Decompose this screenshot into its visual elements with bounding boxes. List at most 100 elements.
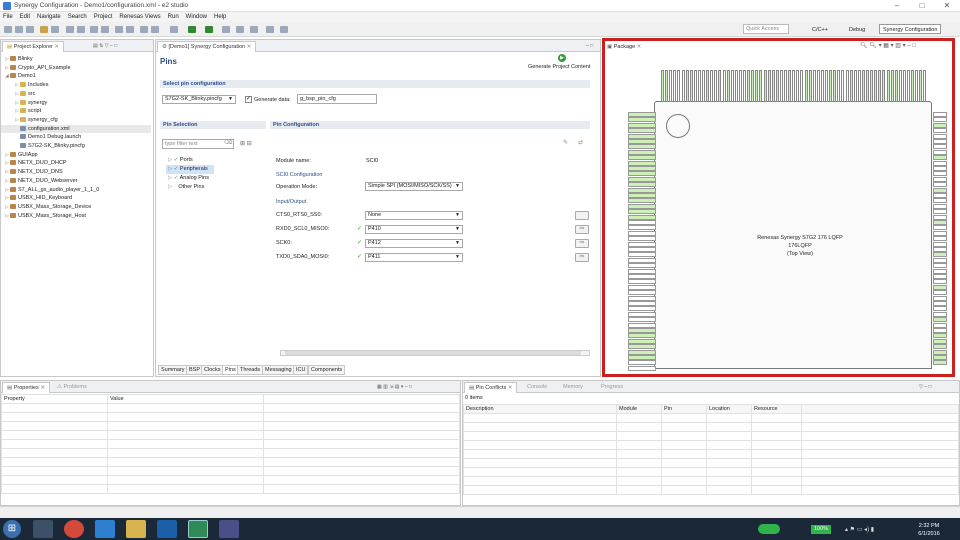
- close-tab-icon[interactable]: ✕: [247, 44, 252, 50]
- package-pin[interactable]: [628, 171, 656, 177]
- package-pin[interactable]: [849, 70, 853, 102]
- col-module[interactable]: Module: [616, 404, 662, 414]
- package-pin[interactable]: [763, 70, 767, 102]
- package-pin[interactable]: [933, 360, 947, 366]
- package-pin[interactable]: [933, 338, 947, 344]
- tree-item[interactable]: ▷ S7_ALL_gx_audio_player_1_1_0: [1, 186, 99, 195]
- package-pin[interactable]: [933, 311, 947, 317]
- tab-problems[interactable]: ⚠ Problems: [53, 382, 91, 393]
- package-pin[interactable]: [933, 160, 947, 166]
- folder-icon[interactable]: [90, 26, 98, 33]
- view-menu-icons[interactable]: ▤ ⇅ ▽ ‒ □: [93, 43, 117, 49]
- goto-pin-button[interactable]: ⇨: [575, 225, 589, 234]
- generate-icon[interactable]: ▶: [558, 54, 566, 62]
- package-pin[interactable]: [628, 257, 656, 263]
- goto-pin-button[interactable]: [575, 211, 589, 220]
- tree-item[interactable]: ▷ USBX_Mass_Storage_Device: [1, 203, 91, 212]
- package-pin[interactable]: [628, 182, 656, 188]
- package-pin[interactable]: [933, 122, 947, 128]
- tree-item[interactable]: ▷ GUIApp: [1, 151, 37, 160]
- package-pin[interactable]: [933, 257, 947, 263]
- package-pin[interactable]: [628, 349, 656, 355]
- chip-icon[interactable]: [151, 26, 159, 33]
- package-pin[interactable]: [933, 144, 947, 150]
- tray-icons[interactable]: ▴ ⚑ ▭ ◂) ▮: [845, 526, 874, 533]
- package-pin[interactable]: [747, 70, 751, 102]
- debug-bug-icon[interactable]: [170, 26, 178, 33]
- package-pin[interactable]: [722, 70, 726, 102]
- package-pin[interactable]: [933, 149, 947, 155]
- package-pin[interactable]: [738, 70, 742, 102]
- e2studio-icon[interactable]: [219, 520, 239, 538]
- package-pin[interactable]: [933, 306, 947, 312]
- tree-item[interactable]: ▷ NETX_DUO_DNS: [1, 168, 62, 177]
- build-icon[interactable]: [40, 26, 48, 33]
- package-pin[interactable]: [933, 274, 947, 279]
- package-pin[interactable]: [726, 70, 730, 102]
- package-pin[interactable]: [628, 236, 656, 242]
- open-type-icon[interactable]: [222, 26, 230, 33]
- io-pin-select[interactable]: None ▼: [365, 211, 463, 220]
- package-pin[interactable]: [693, 70, 697, 102]
- tree-item[interactable]: ▷ script: [1, 107, 41, 116]
- package-pin[interactable]: [933, 322, 947, 328]
- col-pin[interactable]: Pin: [661, 404, 707, 414]
- pin-tree-other-pins[interactable]: ▷ Other Pins: [168, 183, 214, 192]
- package-pin[interactable]: [628, 306, 656, 312]
- package-pin[interactable]: [933, 268, 947, 274]
- package-pin[interactable]: [718, 70, 722, 102]
- run-icon[interactable]: [188, 26, 196, 33]
- package-pin[interactable]: [628, 220, 656, 225]
- tab-summary[interactable]: Summary: [158, 365, 188, 375]
- tree-item[interactable]: ▷ USBX_HID_Keyboard: [1, 194, 72, 203]
- package-pin[interactable]: [933, 328, 947, 333]
- tree-item[interactable]: ▷ NETX_DUO_Webserver: [1, 177, 77, 186]
- package-pin[interactable]: [685, 70, 689, 102]
- close-tab-icon[interactable]: ✕: [54, 44, 59, 50]
- package-pin[interactable]: [628, 160, 656, 166]
- package-pin[interactable]: [628, 355, 656, 360]
- menu-search[interactable]: Search: [68, 12, 87, 22]
- menu-navigate[interactable]: Navigate: [37, 12, 61, 22]
- quick-access-input[interactable]: Quick Access: [743, 24, 789, 34]
- package-pin[interactable]: [812, 70, 816, 102]
- package-pin[interactable]: [628, 176, 656, 182]
- perspective-debug[interactable]: Debug: [845, 24, 869, 34]
- new-icon[interactable]: [4, 26, 12, 33]
- package-pin[interactable]: [933, 252, 947, 258]
- save-icon[interactable]: [15, 26, 23, 33]
- package-pin[interactable]: [628, 122, 656, 128]
- package-pin[interactable]: [861, 70, 865, 102]
- package-pin[interactable]: [628, 112, 656, 117]
- package-pin[interactable]: [933, 220, 947, 225]
- package-pin[interactable]: [890, 70, 894, 102]
- perspective-synergy-configuration[interactable]: Synergy Configuration: [879, 24, 942, 34]
- package-pin[interactable]: [933, 209, 947, 215]
- window-icon[interactable]: [140, 26, 148, 33]
- save-all-icon[interactable]: [26, 26, 34, 33]
- package-pin[interactable]: [628, 311, 656, 317]
- package-pin[interactable]: [788, 70, 792, 102]
- battery-meter-icon[interactable]: [758, 524, 780, 534]
- tab-pin-conflicts[interactable]: ▤ Pin Conflicts ✕: [464, 382, 518, 393]
- package-pin[interactable]: [933, 284, 947, 290]
- package-pin[interactable]: [933, 198, 947, 204]
- tab-properties[interactable]: ▤ Properties ✕: [2, 382, 50, 393]
- io-pin-select[interactable]: P411 ▼: [365, 253, 463, 262]
- package-pin[interactable]: [628, 333, 656, 339]
- package-pin[interactable]: [628, 338, 656, 344]
- package-pin[interactable]: [933, 355, 947, 360]
- col-location[interactable]: Location: [706, 404, 752, 414]
- package-pin[interactable]: [933, 333, 947, 339]
- search-icon[interactable]: [115, 26, 123, 33]
- pin-tree-analog-pins[interactable]: ▷ ✓ Analog Pins: [168, 174, 214, 183]
- clear-filter-icon[interactable]: ⌫: [224, 139, 232, 146]
- package-pin[interactable]: [628, 344, 656, 350]
- package-pin[interactable]: [923, 70, 927, 102]
- package-pin[interactable]: [933, 171, 947, 177]
- package-pin[interactable]: [628, 274, 656, 279]
- tree-item[interactable]: configuration.xml: [1, 124, 151, 134]
- package-pin[interactable]: [628, 322, 656, 328]
- goto-pin-button[interactable]: ⇨: [575, 253, 589, 262]
- menu-window[interactable]: Window: [186, 12, 207, 22]
